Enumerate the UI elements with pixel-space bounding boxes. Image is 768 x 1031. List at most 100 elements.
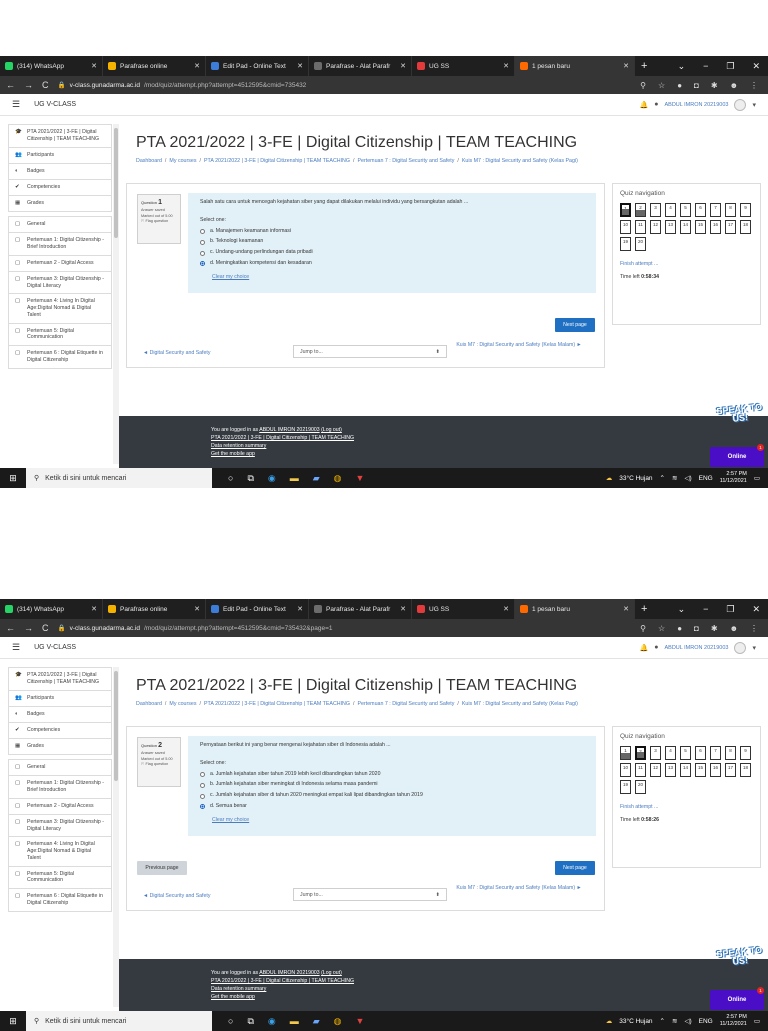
app-icon[interactable]: ▼	[356, 473, 365, 483]
task-view-icon[interactable]: ⧉	[247, 1016, 253, 1027]
answer-option[interactable]: c. Undang-undang perlindungan data priba…	[200, 249, 584, 257]
radio-button[interactable]	[200, 261, 205, 267]
browser-tab[interactable]: (314) WhatsApp ✕	[0, 599, 103, 619]
breadcrumb-link[interactable]: PTA 2021/2022 | 3-FE | Digital Citizensh…	[204, 158, 350, 164]
scroll-thumb[interactable]	[114, 671, 118, 781]
drawer-item[interactable]: 🎓 PTA 2021/2022 | 3-FE | Digital Citizens…	[8, 667, 112, 691]
taskbar-search[interactable]: ⚲ Ketik di sini untuk mencari	[26, 468, 212, 488]
quiz-nav-button[interactable]: 20	[635, 780, 646, 794]
previous-activity-link[interactable]: ◄ Digital Security and Safety	[143, 350, 210, 356]
quiz-nav-button[interactable]: 5	[680, 746, 691, 760]
quiz-nav-button[interactable]: 20	[635, 237, 646, 251]
menu-dots-icon[interactable]: ⋮	[750, 81, 758, 90]
jump-to-select[interactable]: Jump to... ⬍	[293, 888, 447, 901]
tab-close-icon[interactable]: ✕	[400, 605, 406, 613]
drawer-item[interactable]: 🎓 PTA 2021/2022 | 3-FE | Digital Citizens…	[8, 124, 112, 148]
scroll-thumb[interactable]	[114, 128, 118, 238]
breadcrumb-link[interactable]: Kuis M7 : Digital Security and Safety (K…	[462, 701, 578, 707]
zoom-icon[interactable]: ⚲	[640, 624, 646, 633]
quiz-nav-button[interactable]: 17	[725, 763, 736, 777]
quiz-nav-button[interactable]: 9	[740, 203, 751, 217]
quiz-nav-button[interactable]: 6	[695, 746, 706, 760]
radio-button[interactable]	[200, 239, 205, 245]
back-icon[interactable]: ←	[6, 623, 15, 633]
radio-button[interactable]	[200, 228, 205, 234]
drawer-item[interactable]: ▢ Pertemuan 5: Digital Communication	[8, 323, 112, 347]
bell-icon[interactable]: 🔔	[640, 644, 649, 652]
app-icon[interactable]: ▼	[356, 1016, 365, 1026]
quiz-nav-button[interactable]: 14	[680, 763, 691, 777]
new-tab-button[interactable]: +	[641, 603, 647, 615]
user-name[interactable]: ABDUL IMRON 20219003	[664, 645, 728, 651]
mobile-app-link[interactable]: Get the mobile app	[211, 993, 354, 1001]
quiz-nav-button[interactable]: 1	[620, 203, 631, 217]
tab-close-icon[interactable]: ✕	[297, 605, 303, 613]
browser-tab[interactable]: Edit Pad - Online Text ✕	[206, 56, 309, 76]
drawer-item[interactable]: ▢ Pertemuan 2 - Digital Access	[8, 255, 112, 272]
menu-dots-icon[interactable]: ⋮	[750, 624, 758, 633]
avatar[interactable]	[734, 98, 747, 111]
online-chat-button[interactable]: Online	[710, 990, 764, 1010]
quiz-nav-button[interactable]: 12	[650, 763, 661, 777]
network-icon[interactable]: ≋	[672, 474, 677, 482]
answer-option[interactable]: a. Jumlah kejahatan siber tahun 2019 leb…	[200, 771, 584, 779]
minimize-icon[interactable]: −	[703, 604, 708, 614]
taskbar-search[interactable]: ⚲ Ketik di sini untuk mencari	[26, 1011, 212, 1031]
browser-tab[interactable]: 1 pesan baru ✕	[515, 56, 635, 76]
drawer-item[interactable]: ✔ Competencies	[8, 179, 112, 196]
file-explorer-icon[interactable]: ▬	[290, 473, 299, 483]
answer-option[interactable]: a. Manajemen keamanan informasi	[200, 228, 584, 236]
online-chat-button[interactable]: Online	[710, 447, 764, 467]
radio-button[interactable]	[200, 782, 205, 788]
task-view-icon[interactable]: ⧉	[247, 473, 253, 484]
clear-choice-link[interactable]: Clear my choice	[212, 817, 584, 825]
url-field[interactable]: 🔒 v-class.gunadarma.ac.id/mod/quiz/attem…	[58, 624, 632, 633]
hamburger-icon[interactable]: ☰	[12, 99, 20, 110]
footer-course-link[interactable]: PTA 2021/2022 | 3-FE | Digital Citizensh…	[211, 977, 354, 985]
bell-icon[interactable]: 🔔	[640, 101, 649, 109]
drawer-item[interactable]: ▢ Pertemuan 5: Digital Communication	[8, 866, 112, 890]
browser-tab[interactable]: Parafrase - Alat Parafr ✕	[309, 56, 412, 76]
close-window-icon[interactable]: ✕	[752, 61, 760, 72]
radio-button[interactable]	[200, 250, 205, 256]
quiz-nav-button[interactable]: 10	[620, 220, 631, 234]
previous-activity-link[interactable]: ◄ Digital Security and Safety	[143, 893, 210, 899]
clock[interactable]: 2:57 PM 11/12/2021	[720, 471, 747, 484]
weather-icon[interactable]: ☁	[606, 474, 613, 482]
drawer-item[interactable]: ▢ Pertemuan 6 : Digital Etiquette in Digi…	[8, 889, 112, 912]
quiz-nav-button[interactable]: 18	[740, 763, 751, 777]
edge-icon[interactable]: ◉	[268, 1016, 276, 1027]
quiz-nav-button[interactable]: 13	[665, 763, 676, 777]
camera-icon[interactable]: ◘	[694, 81, 699, 90]
close-window-icon[interactable]: ✕	[752, 604, 760, 615]
drawer-item[interactable]: ▦ Grades	[8, 195, 112, 213]
zoom-icon[interactable]: ⚲	[640, 81, 646, 90]
quiz-nav-button[interactable]: 4	[665, 203, 676, 217]
breadcrumb-link[interactable]: My courses	[169, 701, 196, 707]
breadcrumb-link[interactable]: My courses	[169, 158, 196, 164]
tab-close-icon[interactable]: ✕	[194, 605, 200, 613]
tab-close-icon[interactable]: ✕	[623, 605, 629, 613]
quiz-nav-button[interactable]: 2	[635, 203, 646, 217]
finish-attempt-link[interactable]: Finish attempt ...	[620, 261, 753, 267]
volume-icon[interactable]: ◁)	[684, 474, 691, 482]
next-activity-link[interactable]: Kuis M7 : Digital Security and Safety (K…	[455, 885, 583, 892]
breadcrumb-link[interactable]: Dashboard	[136, 158, 162, 164]
answer-option[interactable]: b. Jumlah kejahatan siber meningkat di I…	[200, 781, 584, 789]
site-name[interactable]: UG V-CLASS	[34, 644, 76, 651]
quiz-nav-button[interactable]: 6	[695, 203, 706, 217]
tab-close-icon[interactable]: ✕	[503, 605, 509, 613]
drawer-item[interactable]: ▢ Pertemuan 6 : Digital Etiquette in Digi…	[8, 346, 112, 369]
puzzle-icon[interactable]: ✱	[711, 81, 718, 90]
quiz-nav-button[interactable]: 16	[710, 763, 721, 777]
site-name[interactable]: UG V-CLASS	[34, 101, 76, 108]
quiz-nav-button[interactable]: 11	[635, 220, 646, 234]
quiz-nav-button[interactable]: 16	[710, 220, 721, 234]
breadcrumb-link[interactable]: Pertemuan 7 : Digital Security and Safet…	[358, 701, 455, 707]
radio-button[interactable]	[200, 804, 205, 810]
edge-icon[interactable]: ◉	[268, 473, 276, 484]
language-indicator[interactable]: ENG	[699, 1018, 713, 1025]
extension-icon[interactable]: ●	[677, 624, 682, 633]
radio-button[interactable]	[200, 793, 205, 799]
quiz-nav-button[interactable]: 12	[650, 220, 661, 234]
